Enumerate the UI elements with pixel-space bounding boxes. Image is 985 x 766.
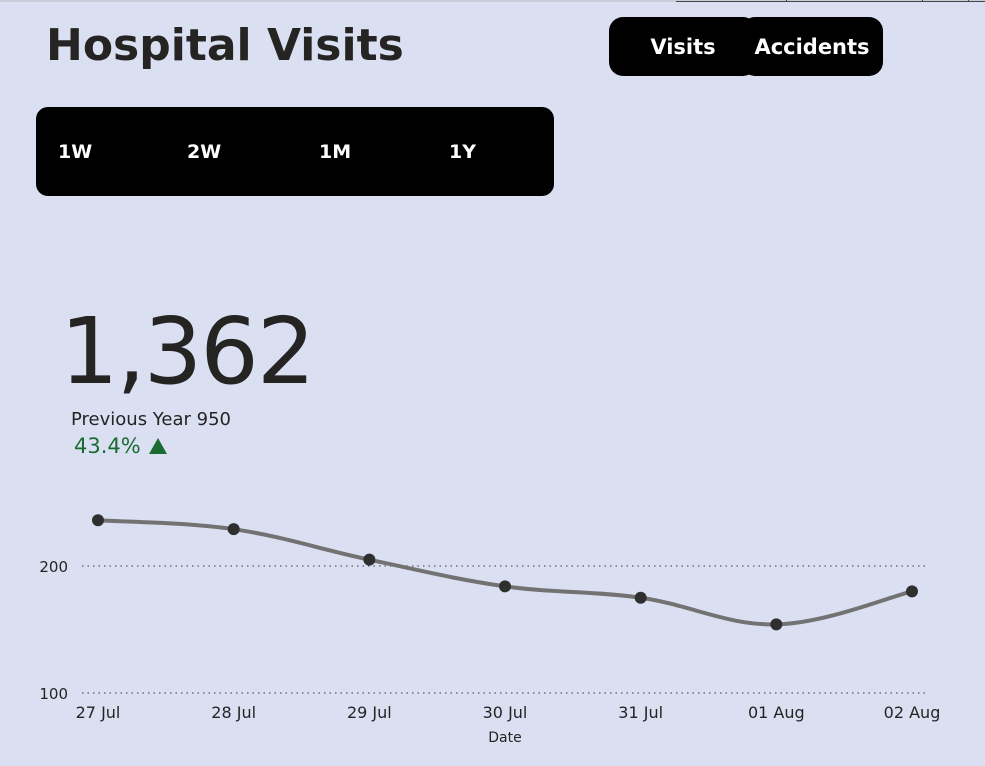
y-tick-label: 100: [39, 685, 68, 703]
data-point-2: [227, 523, 240, 536]
x-axis-title: Date: [488, 730, 521, 746]
x-tick-label: 29 Jul: [347, 703, 392, 722]
x-tick-label: 27 Jul: [76, 703, 121, 722]
series-line: [96, 518, 914, 627]
x-tick-label: 01 Aug: [748, 703, 805, 722]
x-tick-label: 28 Jul: [211, 703, 256, 722]
data-point-1: [92, 514, 104, 527]
x-tick-label: 02 Aug: [884, 703, 941, 722]
visits-line-chart: 100 200 27 Jul 28 Jul 29 Jul 30 Jul 31 Jul 01 A…: [39, 514, 941, 746]
data-point-4: [499, 580, 511, 593]
x-tick-label: 30 Jul: [483, 703, 528, 722]
x-tick-label: 31 Jul: [618, 703, 663, 722]
y-tick-label: 200: [39, 558, 68, 576]
data-point-7: [906, 585, 918, 598]
data-point-3: [363, 553, 376, 566]
data-point-5: [634, 591, 647, 604]
data-point-6: [770, 618, 783, 631]
